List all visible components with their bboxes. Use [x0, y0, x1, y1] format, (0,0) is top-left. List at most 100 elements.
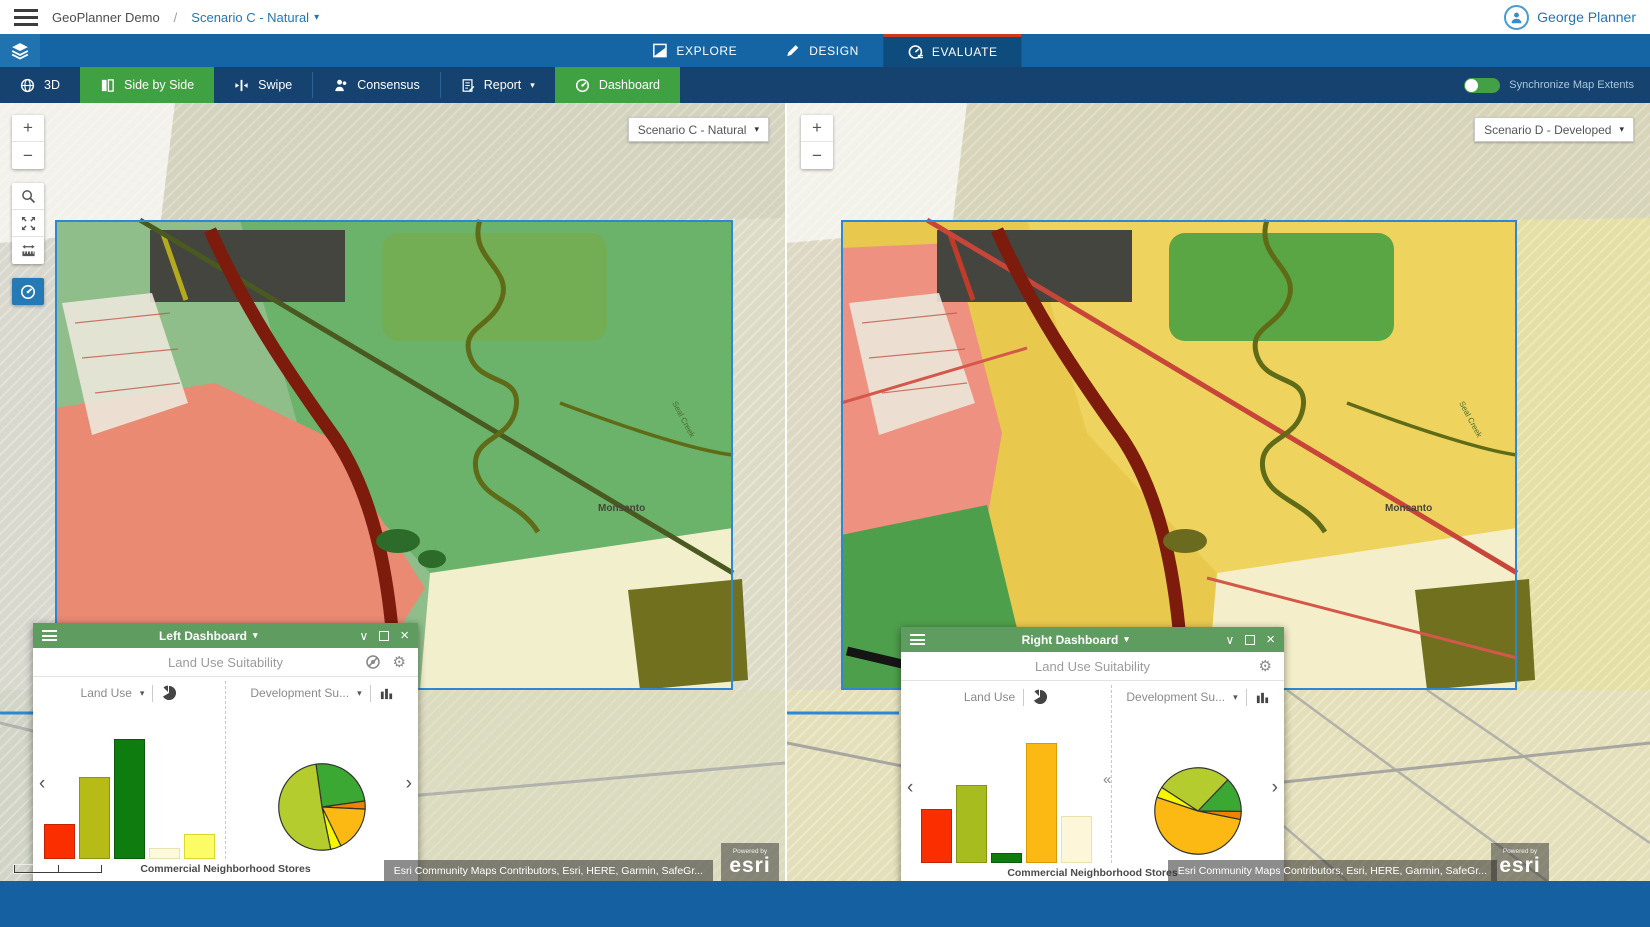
left-dashboard-title-dropdown[interactable]: Left Dashboard ▾ — [57, 629, 359, 643]
chevron-right-icon[interactable]: › — [406, 774, 412, 793]
maximize-icon[interactable] — [379, 631, 389, 641]
development-suitability-widget: Development Su... ▾ — [1112, 681, 1284, 867]
expand-icon — [21, 216, 36, 231]
swipe-button[interactable]: Swipe — [214, 67, 312, 103]
chevron-left-icon[interactable]: ‹ — [39, 774, 45, 793]
left-dashboard-header[interactable]: Left Dashboard ▾ ∨ × — [33, 623, 418, 648]
bar-segment — [991, 853, 1022, 863]
esri-logo: Powered by esri — [1491, 843, 1549, 881]
left-dashboard-panel: Left Dashboard ▾ ∨ × Land Use Suitabilit… — [33, 623, 418, 881]
pie-chart-icon[interactable] — [1032, 689, 1048, 705]
side-by-side-icon — [100, 78, 115, 93]
caret-down-icon: ▾ — [530, 80, 535, 91]
caret-down-icon: ▾ — [357, 688, 362, 699]
development-suitability-dropdown[interactable]: Development Su... ▾ — [1112, 681, 1284, 713]
tab-design[interactable]: DESIGN — [761, 34, 883, 67]
caret-down-icon: ▾ — [1124, 634, 1129, 645]
gauge-icon — [907, 44, 923, 60]
top-bar: GeoPlanner Demo / Scenario C - Natural ▾… — [0, 0, 1650, 34]
left-dashboard-body: ‹ Land Use ▾ — [33, 677, 418, 863]
dashboard-menu-icon[interactable] — [910, 634, 925, 645]
swipe-icon — [234, 78, 249, 93]
chevron-right-icon[interactable]: › — [1272, 778, 1278, 797]
chevron-left-icon[interactable]: ‹ — [907, 778, 913, 797]
main-menu-icon[interactable] — [14, 9, 38, 26]
3d-button[interactable]: 3D — [0, 67, 80, 103]
people-icon — [333, 78, 348, 93]
measure-button[interactable] — [12, 237, 44, 264]
consensus-button[interactable]: Consensus — [313, 67, 440, 103]
collapse-icon[interactable]: ∨ — [359, 630, 368, 642]
caret-down-icon: ▾ — [253, 630, 258, 641]
left-dashboard-toggle — [12, 278, 44, 305]
bar-chart-icon[interactable] — [379, 686, 394, 701]
caret-down-icon: ▾ — [1619, 124, 1624, 135]
pie-slice — [316, 764, 365, 807]
breadcrumb-scenario-label: Scenario C - Natural — [191, 10, 309, 25]
right-map[interactable]: Monsanto Seal Creek + − Scenario D - Dev… — [787, 103, 1650, 881]
dashboard-gauge-icon — [575, 78, 590, 93]
right-scenario-selector[interactable]: Scenario D - Developed ▾ — [1474, 117, 1634, 142]
zoom-in-button[interactable]: + — [12, 115, 44, 142]
land-use-dropdown[interactable]: Land Use — [901, 681, 1111, 713]
dashboard-subtitle: Land Use Suitability — [901, 659, 1284, 674]
left-map[interactable]: Monsanto Seal Creek + − — [0, 103, 785, 881]
land-use-bar-chart — [901, 713, 1111, 867]
geoplanner-app: GeoPlanner Demo / Scenario C - Natural ▾… — [0, 0, 1650, 927]
bar-segment — [79, 777, 110, 859]
tab-evaluate[interactable]: EVALUATE — [883, 34, 1022, 67]
synchronize-toggle[interactable] — [1464, 78, 1500, 93]
explore-icon — [652, 43, 667, 58]
user-name: George Planner — [1537, 9, 1636, 25]
dashboard-toggle-button[interactable] — [12, 278, 44, 305]
left-dashboard-subtitle-row: Land Use Suitability ⚙ — [33, 648, 418, 677]
land-use-dropdown[interactable]: Land Use ▾ — [33, 677, 225, 709]
search-button[interactable] — [12, 183, 44, 210]
zoom-in-button[interactable]: + — [801, 115, 833, 142]
search-icon — [21, 189, 36, 204]
collapse-icon[interactable]: ∨ — [1225, 634, 1234, 646]
dashboard-subtitle: Land Use Suitability — [33, 655, 418, 670]
right-dashboard-panel: Right Dashboard ▾ ∨ × Land Use Suitabili… — [901, 627, 1284, 881]
measure-icon — [21, 243, 36, 258]
synchronize-label: Synchronize Map Extents — [1509, 79, 1634, 91]
dashboard-menu-icon[interactable] — [42, 630, 57, 641]
gear-icon[interactable]: ⚙ — [393, 653, 406, 671]
caret-down-icon: ▾ — [754, 124, 759, 135]
layers-button[interactable] — [0, 34, 40, 67]
pie-chart-icon[interactable] — [161, 685, 177, 701]
scale-bar — [14, 865, 102, 873]
visibility-off-icon[interactable] — [365, 654, 381, 670]
widget-divider — [225, 681, 226, 859]
breadcrumb-scenario-dropdown[interactable]: Scenario C - Natural ▾ — [191, 10, 319, 25]
zoom-out-button[interactable]: − — [12, 142, 44, 169]
right-dashboard-header[interactable]: Right Dashboard ▾ ∨ × — [901, 627, 1284, 652]
bottom-bar — [0, 881, 1650, 927]
caret-down-icon: ▾ — [1233, 692, 1238, 703]
user-menu[interactable]: George Planner — [1504, 5, 1636, 30]
close-icon[interactable]: × — [1266, 632, 1275, 647]
tab-explore[interactable]: EXPLORE — [628, 34, 761, 67]
synchronize-extents-control: Synchronize Map Extents — [1464, 67, 1650, 103]
dashboard-button[interactable]: Dashboard — [555, 67, 680, 103]
expand-button[interactable] — [12, 210, 44, 237]
caret-down-icon: ▾ — [140, 688, 145, 699]
zoom-out-button[interactable]: − — [801, 142, 833, 169]
maximize-icon[interactable] — [1245, 635, 1255, 645]
bar-chart-icon[interactable] — [1255, 690, 1270, 705]
development-suitability-dropdown[interactable]: Development Su... ▾ — [226, 677, 418, 709]
close-icon[interactable]: × — [400, 628, 409, 643]
mode-tabs: EXPLORE DESIGN EVALUATE — [628, 34, 1021, 67]
bar-segment — [184, 834, 215, 859]
report-button[interactable]: Report ▾ — [441, 67, 555, 103]
left-scenario-selector[interactable]: Scenario C - Natural ▾ — [628, 117, 769, 142]
gear-icon[interactable]: ⚙ — [1259, 657, 1272, 675]
double-chevron-left-icon[interactable]: « — [1103, 770, 1111, 789]
side-by-side-button[interactable]: Side by Side — [80, 67, 214, 103]
right-dashboard-subtitle-row: Land Use Suitability ⚙ — [901, 652, 1284, 681]
land-use-widget: Land Use ▾ — [33, 677, 225, 863]
bar-segment — [44, 824, 75, 859]
right-dashboard-title-dropdown[interactable]: Right Dashboard ▾ — [925, 633, 1225, 647]
nav-bar: EXPLORE DESIGN EVALUATE — [0, 34, 1650, 67]
dashboard-gauge-icon — [20, 284, 36, 300]
